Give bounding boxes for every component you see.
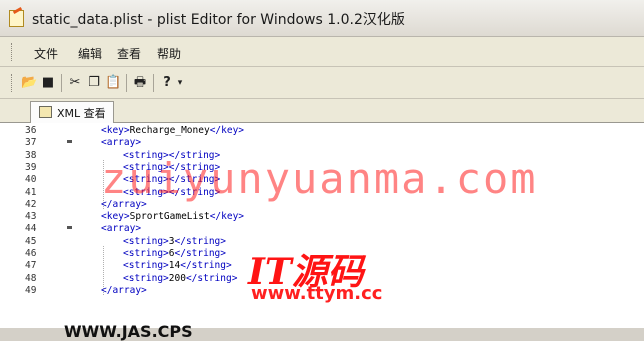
- line-number: 41: [25, 186, 37, 198]
- cut-icon[interactable]: ✂: [67, 75, 83, 91]
- xml-value: 14: [168, 260, 181, 272]
- code-text: <string>6</string>: [123, 248, 226, 260]
- code-text: <string>3</string>: [123, 236, 226, 248]
- xml-tag: </string>: [174, 248, 226, 259]
- menu-bar: 文件 编辑 查看 帮助: [0, 37, 644, 67]
- code-line[interactable]: 36 <key>Recharge_Money</key>: [0, 125, 644, 137]
- line-number: 42: [25, 198, 37, 210]
- app-icon: [9, 10, 24, 27]
- xml-tag: <array>: [101, 137, 142, 149]
- code-text: <key>Recharge_Money</key>: [101, 125, 244, 137]
- menu-grip: [11, 43, 15, 61]
- xml-value: 200: [168, 272, 186, 284]
- code-text: <string>14</string>: [123, 260, 232, 272]
- title-bar: static_data.plist - plist Editor for Win…: [0, 0, 644, 37]
- xml-view-icon: [39, 106, 52, 118]
- xml-value: SprortGameList: [129, 211, 210, 223]
- code-line[interactable]: 37 <array>: [0, 137, 644, 149]
- toolbar-separator: [61, 74, 62, 92]
- copy-icon[interactable]: ❐: [86, 75, 102, 91]
- xml-tag: </string>: [185, 272, 238, 284]
- toolbar-separator: [153, 74, 154, 92]
- line-number: 46: [25, 248, 37, 259]
- toolbar-grip: [11, 74, 15, 92]
- xml-tag: </key>: [209, 125, 245, 136]
- toolbar-separator: [126, 74, 127, 92]
- watermark-domain: zuiyunyuanma.com: [101, 154, 538, 203]
- line-number: 40: [25, 174, 37, 186]
- xml-tag: <key>: [101, 211, 130, 223]
- xml-tag: <string>: [123, 248, 169, 259]
- code-text: <string>200</string>: [123, 273, 237, 285]
- line-number: 43: [25, 211, 37, 223]
- xml-tag: <string>: [123, 260, 169, 272]
- tab-xml-view[interactable]: XML 查看: [30, 101, 114, 123]
- view-tab-strip: XML 查看: [0, 99, 644, 123]
- tab-xml-view-label: XML 查看: [57, 107, 106, 120]
- toolbar: 📂 ■ ✂ ❐ 📋 🖶 ? ▾: [0, 67, 644, 99]
- window-title: static_data.plist - plist Editor for Win…: [32, 12, 405, 28]
- code-text: </array>: [101, 285, 147, 297]
- open-folder-icon[interactable]: 📂: [21, 75, 37, 91]
- xml-tag: <string>: [123, 272, 169, 284]
- code-line[interactable]: 44 <array>: [0, 223, 644, 235]
- fold-toggle-icon[interactable]: [67, 140, 72, 144]
- menu-view[interactable]: 查看: [117, 45, 141, 62]
- line-number: 44: [25, 223, 37, 235]
- code-line[interactable]: 43 <key>SprortGameList</key>: [0, 211, 644, 223]
- line-number: 49: [25, 284, 37, 296]
- line-number: 36: [25, 125, 37, 136]
- paste-icon[interactable]: 📋: [105, 75, 121, 91]
- xml-tag: </string>: [180, 260, 232, 272]
- xml-tag: <string>: [123, 235, 169, 247]
- code-text: <array>: [101, 137, 141, 149]
- xml-value: Recharge_Money: [129, 125, 210, 136]
- menu-help[interactable]: 帮助: [157, 45, 181, 62]
- xml-tag: </key>: [209, 211, 245, 223]
- chevron-down-icon[interactable]: ▾: [172, 75, 188, 91]
- line-number: 38: [25, 149, 37, 161]
- watermark-url: www.ttym.cc: [251, 283, 383, 304]
- watermark-partial: WWW.JAS.CPS: [64, 322, 193, 341]
- xml-tag: </array>: [101, 284, 147, 296]
- line-number: 47: [25, 260, 37, 272]
- line-number: 48: [25, 272, 37, 284]
- xml-tag: <key>: [101, 125, 130, 136]
- fold-toggle-icon[interactable]: [67, 226, 72, 230]
- code-text: <array>: [101, 223, 141, 235]
- line-number: 39: [25, 161, 37, 173]
- line-number: 45: [25, 235, 37, 247]
- print-icon[interactable]: 🖶: [132, 75, 148, 91]
- xml-tag: </string>: [174, 235, 226, 247]
- code-text: <key>SprortGameList</key>: [101, 211, 244, 223]
- menu-edit[interactable]: 编辑: [78, 45, 102, 62]
- line-number: 37: [25, 137, 37, 149]
- xml-tag: <array>: [101, 223, 142, 235]
- menu-file[interactable]: 文件: [34, 45, 58, 62]
- save-icon[interactable]: ■: [40, 75, 56, 91]
